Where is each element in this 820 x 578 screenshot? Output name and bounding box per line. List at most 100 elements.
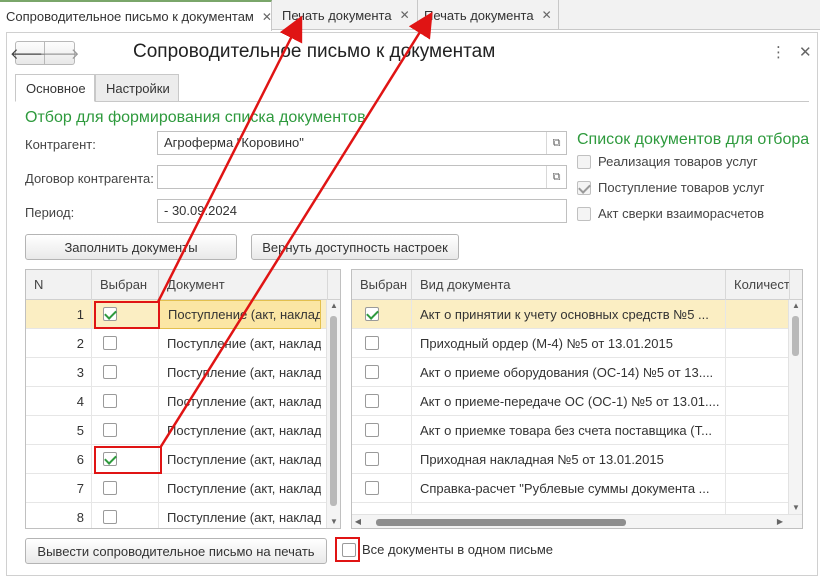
vertical-scrollbar[interactable]: ▲ ▼ [788, 300, 802, 514]
table-row[interactable]: 5 Поступление (акт, накладная) [26, 416, 328, 445]
row-number: 2 [76, 336, 84, 351]
row-selected-checkbox[interactable] [103, 423, 117, 437]
row-selected-checkbox[interactable] [103, 510, 117, 524]
row-doc-type: Приходная накладная №5 от 13.01.2015 [420, 452, 664, 467]
row-document: Поступление (акт, накладная) [167, 481, 321, 496]
row-doc-type: Справка-расчет "Рублевые суммы документа… [420, 481, 710, 496]
contract-label: Договор контрагента: [25, 171, 154, 186]
scroll-down-icon[interactable]: ▼ [327, 516, 340, 528]
row-selected-checkbox[interactable] [365, 452, 379, 466]
horizontal-scrollbar[interactable]: ◀ ▶ [352, 514, 802, 528]
table-row[interactable]: 6 Поступление (акт, накладная) [26, 445, 328, 474]
row-selected-checkbox[interactable] [365, 481, 379, 495]
close-icon[interactable]: ✕ [262, 10, 272, 24]
scroll-up-icon[interactable]: ▲ [789, 300, 802, 312]
row-number: 6 [76, 452, 84, 467]
grid-header: Выбран Вид документа Количест [352, 270, 802, 300]
table-row[interactable]: 4 Поступление (акт, накладная) [26, 387, 328, 416]
column-selected-header[interactable]: Выбран [92, 270, 159, 300]
row-selected-checkbox[interactable] [365, 423, 379, 437]
print-cover-letter-button[interactable]: Вывести сопроводительное письмо на печат… [25, 538, 327, 564]
restore-settings-button[interactable]: Вернуть доступность настроек [251, 234, 459, 260]
row-selected-checkbox[interactable] [103, 481, 117, 495]
option-sales-checkbox[interactable] [577, 155, 591, 169]
table-row[interactable]: 1 Поступление (акт, накладная) [26, 300, 328, 329]
table-row[interactable]: Акт о приеме-передаче ОС (ОС-1) №5 от 13… [352, 387, 789, 416]
counterparty-value: Агроферма "Коровино" [164, 135, 304, 150]
contract-field[interactable]: ⧉ [157, 165, 567, 189]
option-sales-label: Реализация товаров услуг [598, 154, 758, 169]
table-row[interactable]: 2 Поступление (акт, накладная) [26, 329, 328, 358]
tab-print-document-1[interactable]: Печать документа ✕ [276, 0, 418, 30]
scroll-right-icon[interactable]: ▶ [774, 515, 786, 528]
row-document: Поступление (акт, накладная) [159, 300, 321, 329]
table-row[interactable]: Акт о принятии к учету основных средств … [352, 300, 789, 329]
column-selected-header[interactable]: Выбран [352, 270, 412, 300]
row-document: Поступление (акт, накладная) [167, 510, 321, 525]
tab-label: Печать документа [424, 7, 534, 23]
annotation-box-row-6 [94, 446, 162, 474]
documents-grid: N Выбран Документ 1 Поступление (акт, нак… [25, 269, 341, 529]
period-field[interactable]: - 30.09.2024 [157, 199, 567, 223]
row-selected-checkbox[interactable] [365, 336, 379, 350]
fill-documents-button[interactable]: Заполнить документы [25, 234, 237, 260]
row-selected-checkbox[interactable] [365, 307, 379, 321]
tab-label: Сопроводительное письмо к документам [6, 9, 254, 24]
period-label: Период: [25, 205, 75, 220]
table-row[interactable]: Приходная накладная №5 от 13.01.2015 [352, 445, 789, 474]
tab-settings[interactable]: Настройки [95, 74, 179, 102]
window-tab-strip: Сопроводительное письмо к документам ✕ П… [0, 0, 820, 31]
table-row[interactable]: 8 Поступление (акт, накладная) [26, 503, 328, 528]
tab-main[interactable]: Основное [15, 74, 95, 102]
table-row[interactable]: 7 Поступление (акт, накладная) [26, 474, 328, 503]
all-in-one-label: Все документы в одном письме [362, 542, 554, 557]
column-quantity-header[interactable]: Количест [726, 270, 790, 300]
row-selected-checkbox[interactable] [103, 336, 117, 350]
row-selected-checkbox[interactable] [365, 394, 379, 408]
table-row[interactable]: Справка-расчет "Рублевые суммы документа… [352, 474, 789, 503]
close-icon[interactable]: ✕ [400, 8, 410, 22]
period-value: - 30.09.2024 [164, 203, 238, 218]
counterparty-label: Контрагент: [25, 137, 96, 152]
scroll-up-icon[interactable]: ▲ [327, 300, 340, 312]
row-selected-checkbox[interactable] [103, 365, 117, 379]
row-doc-type: Акт о приеме-передаче ОС (ОС-1) №5 от 13… [420, 394, 720, 409]
table-row[interactable]: 3 Поступление (акт, накладная) [26, 358, 328, 387]
tab-print-document-2[interactable]: Печать документа ✕ [418, 0, 559, 30]
row-document: Поступление (акт, накладная) [167, 394, 321, 409]
row-doc-type: Акт о принятии к учету основных средств … [420, 307, 709, 322]
scroll-thumb[interactable] [330, 316, 337, 506]
scroll-down-icon[interactable]: ▼ [789, 502, 802, 514]
row-selected-checkbox[interactable] [103, 394, 117, 408]
annotation-box-row-1 [94, 301, 160, 329]
close-form-icon[interactable]: ✕ [799, 43, 812, 61]
row-number: 8 [76, 510, 84, 525]
counterparty-field[interactable]: Агроферма "Коровино" ⧉ [157, 131, 567, 155]
more-menu-icon[interactable]: ⋮ [771, 43, 786, 61]
open-icon[interactable]: ⧉ [546, 166, 566, 188]
close-icon[interactable]: ✕ [542, 8, 552, 22]
option-reconciliation-checkbox[interactable] [577, 207, 591, 221]
row-document: Поступление (акт, накладная) [167, 423, 321, 438]
scroll-left-icon[interactable]: ◀ [352, 515, 364, 528]
table-row[interactable]: Приходный ордер (М-4) №5 от 13.01.2015 [352, 329, 789, 358]
row-number: 3 [76, 365, 84, 380]
column-n-header[interactable]: N [26, 270, 92, 300]
option-receipts-checkbox[interactable] [577, 181, 591, 195]
row-document: Поступление (акт, накладная) [167, 336, 321, 351]
tab-label: Печать документа [282, 7, 392, 23]
column-document-header[interactable]: Документ [159, 270, 328, 300]
scroll-thumb[interactable] [792, 316, 799, 356]
scroll-thumb[interactable] [376, 519, 626, 526]
vertical-scrollbar[interactable]: ▲ ▼ [326, 300, 340, 528]
row-selected-checkbox[interactable] [365, 365, 379, 379]
column-doc-type-header[interactable]: Вид документа [412, 270, 726, 300]
table-row[interactable]: Акт о приемке товара без счета поставщик… [352, 416, 789, 445]
option-receipts-label: Поступление товаров услуг [598, 180, 765, 195]
tab-divider [15, 101, 809, 102]
document-types-grid: Выбран Вид документа Количест Акт о прин… [351, 269, 803, 529]
tab-cover-letter[interactable]: Сопроводительное письмо к документам ✕ [0, 0, 272, 31]
forward-button[interactable]: 🡒 [39, 41, 80, 65]
table-row[interactable]: Акт о приеме оборудования (ОС-14) №5 от … [352, 358, 789, 387]
open-icon[interactable]: ⧉ [546, 132, 566, 154]
